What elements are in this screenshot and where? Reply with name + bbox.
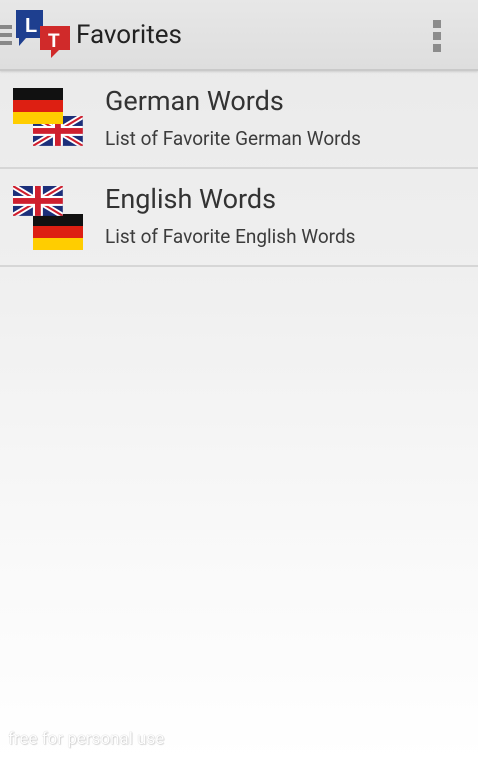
menu-indicator-icon[interactable]	[0, 25, 14, 45]
germany-uk-flags-icon	[13, 88, 83, 152]
uk-germany-flags-icon	[13, 186, 83, 250]
list-item-english-words[interactable]: English Words List of Favorite English W…	[0, 169, 478, 267]
app-logo-icon[interactable]: L T	[16, 10, 72, 60]
list-item-subtitle: List of Favorite English Words	[105, 225, 356, 248]
overflow-menu-icon[interactable]	[418, 14, 458, 58]
list-item-title: English Words	[105, 183, 277, 215]
action-bar: L T Favorites	[0, 0, 478, 71]
favorites-list: German Words List of Favorite German Wor…	[0, 71, 478, 267]
logo-letter-t: T	[48, 31, 60, 52]
screen-title: Favorites	[76, 20, 182, 50]
list-item-title: German Words	[105, 85, 284, 117]
logo-letter-l: L	[25, 15, 37, 37]
list-item-german-words[interactable]: German Words List of Favorite German Wor…	[0, 71, 478, 169]
watermark-text: free for personal use	[8, 729, 165, 749]
list-item-subtitle: List of Favorite German Words	[105, 127, 361, 150]
